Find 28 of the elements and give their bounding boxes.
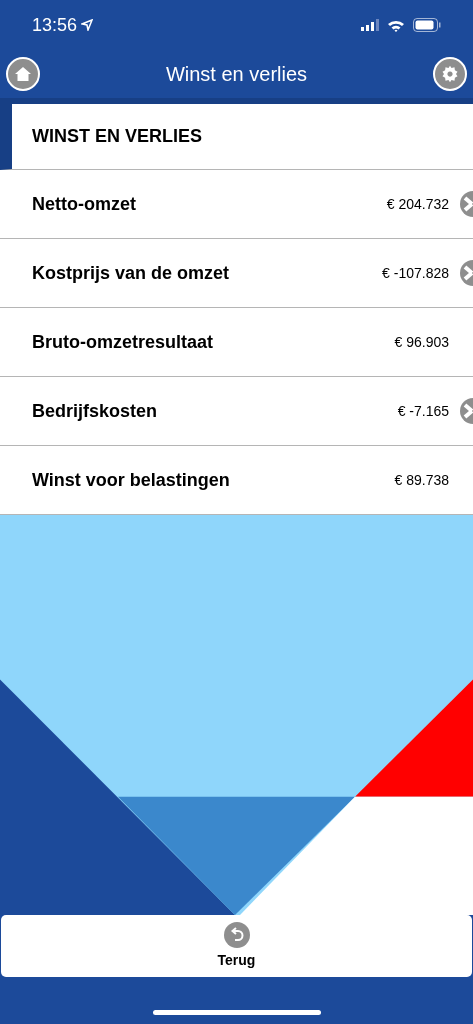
row-label: Netto-omzet (32, 192, 137, 216)
back-button[interactable]: Terug (1, 915, 472, 977)
row-value: € -107.828 (382, 263, 449, 283)
row-label: Winst voor belastingen (32, 468, 231, 492)
row-value: € 89.738 (394, 470, 449, 490)
list-row[interactable]: Bedrijfskosten € -7.165 (0, 377, 473, 446)
home-icon (14, 65, 32, 83)
settings-button[interactable] (433, 57, 467, 91)
home-button[interactable] (6, 57, 40, 91)
row-value: € 204.732 (386, 194, 449, 214)
row-label: Bruto-omzetresultaat (32, 330, 215, 354)
row-value: € 96.903 (394, 332, 449, 352)
wifi-icon (387, 18, 405, 32)
settings-icon (441, 65, 459, 83)
list-row[interactable]: Netto-omzet € 204.732 (0, 170, 473, 239)
status-time: 13:56 (32, 13, 78, 37)
undo-icon (223, 921, 250, 948)
section-title: WINST EN VERLIES (32, 125, 202, 148)
list-row[interactable]: Winst voor belastingen € 89.738 (0, 446, 473, 515)
location-icon (81, 19, 94, 31)
list-row[interactable]: Bruto-omzetresultaat € 96.903 (0, 308, 473, 377)
nav-title: Winst en verlies (165, 62, 308, 87)
row-label: Bedrijfskosten (32, 399, 159, 423)
battery-icon (413, 18, 441, 32)
row-value: € -7.165 (397, 401, 449, 421)
row-label: Kostprijs van de omzet (32, 261, 231, 285)
signal-icon (361, 19, 379, 31)
list-row[interactable]: Kostprijs van de omzet € -107.828 (0, 239, 473, 308)
